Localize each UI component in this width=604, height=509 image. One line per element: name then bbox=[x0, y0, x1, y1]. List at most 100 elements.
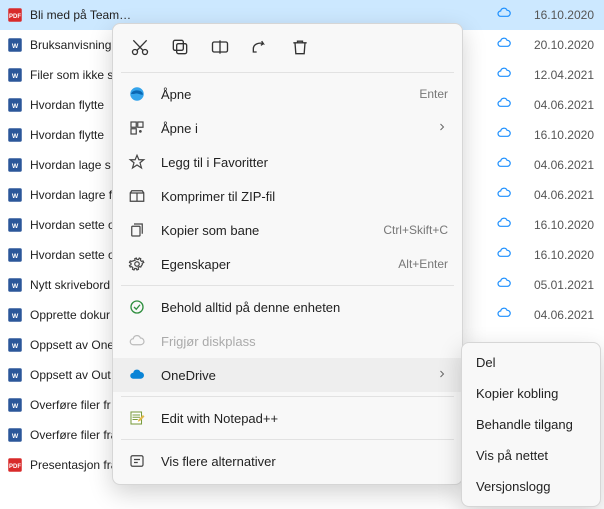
cloud-status-icon bbox=[486, 5, 522, 24]
cloud-status-icon bbox=[486, 305, 522, 324]
svg-text:W: W bbox=[12, 103, 19, 110]
file-name: Bli med på Team… bbox=[30, 8, 486, 22]
menu-keep-device[interactable]: Behold alltid på denne enheten bbox=[113, 290, 462, 324]
file-date: 20.10.2020 bbox=[522, 38, 598, 52]
svg-text:W: W bbox=[12, 73, 19, 80]
cut-icon[interactable] bbox=[129, 36, 151, 58]
delete-icon[interactable] bbox=[289, 36, 311, 58]
submenu-version-history[interactable]: Versjonslogg bbox=[462, 471, 600, 502]
onedrive-submenu: Del Kopier kobling Behandle tilgang Vis … bbox=[461, 342, 601, 507]
cloud-status-icon bbox=[486, 125, 522, 144]
word-file-icon: W bbox=[6, 156, 24, 174]
pdf-file-icon: PDF bbox=[6, 6, 24, 24]
menu-properties-accel: Alt+Enter bbox=[398, 257, 448, 271]
svg-text:W: W bbox=[12, 133, 19, 140]
cloud-free-icon bbox=[127, 331, 147, 351]
word-file-icon: W bbox=[6, 336, 24, 354]
chevron-right-icon bbox=[436, 121, 448, 136]
chevron-right-icon bbox=[436, 368, 448, 383]
svg-text:W: W bbox=[12, 313, 19, 320]
file-date: 04.06.2021 bbox=[522, 308, 598, 322]
svg-text:W: W bbox=[12, 223, 19, 230]
svg-text:W: W bbox=[12, 373, 19, 380]
notepadpp-icon bbox=[127, 408, 147, 428]
menu-onedrive[interactable]: OneDrive bbox=[113, 358, 462, 392]
pdf-file-icon: PDF bbox=[6, 456, 24, 474]
svg-text:PDF: PDF bbox=[9, 14, 21, 20]
menu-edit-npp-label: Edit with Notepad++ bbox=[161, 411, 448, 426]
cloud-status-icon bbox=[486, 215, 522, 234]
cloud-status-icon bbox=[486, 95, 522, 114]
menu-free-space: Frigjør diskplass bbox=[113, 324, 462, 358]
cloud-status-icon bbox=[486, 65, 522, 84]
file-date: 16.10.2020 bbox=[522, 248, 598, 262]
properties-icon bbox=[127, 254, 147, 274]
word-file-icon: W bbox=[6, 36, 24, 54]
svg-text:W: W bbox=[12, 343, 19, 350]
share-icon[interactable] bbox=[249, 36, 271, 58]
word-file-icon: W bbox=[6, 66, 24, 84]
word-file-icon: W bbox=[6, 276, 24, 294]
menu-open[interactable]: Åpne Enter bbox=[113, 77, 462, 111]
file-date: 04.06.2021 bbox=[522, 158, 598, 172]
menu-free-space-label: Frigjør diskplass bbox=[161, 334, 448, 349]
svg-text:W: W bbox=[12, 193, 19, 200]
submenu-view-online[interactable]: Vis på nettet bbox=[462, 440, 600, 471]
rename-icon[interactable] bbox=[209, 36, 231, 58]
menu-onedrive-label: OneDrive bbox=[161, 368, 422, 383]
menu-favorites[interactable]: Legg til i Favoritter bbox=[113, 145, 462, 179]
word-file-icon: W bbox=[6, 216, 24, 234]
svg-text:W: W bbox=[12, 43, 19, 50]
submenu-share[interactable]: Del bbox=[462, 347, 600, 378]
menu-copy-path-accel: Ctrl+Skift+C bbox=[383, 223, 448, 237]
star-icon bbox=[127, 152, 147, 172]
submenu-manage-access[interactable]: Behandle tilgang bbox=[462, 409, 600, 440]
menu-properties[interactable]: Egenskaper Alt+Enter bbox=[113, 247, 462, 281]
menu-copy-path[interactable]: Kopier som bane Ctrl+Skift+C bbox=[113, 213, 462, 247]
menu-open-in-label: Åpne i bbox=[161, 121, 422, 136]
zip-icon bbox=[127, 186, 147, 206]
menu-more-options[interactable]: Vis flere alternativer bbox=[113, 444, 462, 478]
svg-text:W: W bbox=[12, 163, 19, 170]
cloud-status-icon bbox=[486, 245, 522, 264]
cloud-status-icon bbox=[486, 275, 522, 294]
word-file-icon: W bbox=[6, 96, 24, 114]
word-file-icon: W bbox=[6, 306, 24, 324]
word-file-icon: W bbox=[6, 366, 24, 384]
menu-open-in[interactable]: Åpne i bbox=[113, 111, 462, 145]
menu-zip-label: Komprimer til ZIP-fil bbox=[161, 189, 448, 204]
menu-copy-path-label: Kopier som bane bbox=[161, 223, 369, 238]
menu-open-accel: Enter bbox=[419, 87, 448, 101]
file-date: 16.10.2020 bbox=[522, 8, 598, 22]
keep-device-icon bbox=[127, 297, 147, 317]
file-date: 04.06.2021 bbox=[522, 98, 598, 112]
file-date: 12.04.2021 bbox=[522, 68, 598, 82]
menu-more-label: Vis flere alternativer bbox=[161, 454, 448, 469]
word-file-icon: W bbox=[6, 186, 24, 204]
copy-icon[interactable] bbox=[169, 36, 191, 58]
file-date: 04.06.2021 bbox=[522, 188, 598, 202]
svg-text:W: W bbox=[12, 403, 19, 410]
open-with-icon bbox=[127, 118, 147, 138]
svg-text:W: W bbox=[12, 253, 19, 260]
svg-text:W: W bbox=[12, 283, 19, 290]
file-date: 16.10.2020 bbox=[522, 128, 598, 142]
submenu-copy-link[interactable]: Kopier kobling bbox=[462, 378, 600, 409]
context-top-icons bbox=[113, 30, 462, 68]
menu-edit-notepadpp[interactable]: Edit with Notepad++ bbox=[113, 401, 462, 435]
copy-path-icon bbox=[127, 220, 147, 240]
cloud-status-icon bbox=[486, 35, 522, 54]
more-options-icon bbox=[127, 451, 147, 471]
file-date: 05.01.2021 bbox=[522, 278, 598, 292]
menu-keep-device-label: Behold alltid på denne enheten bbox=[161, 300, 448, 315]
menu-favorites-label: Legg til i Favoritter bbox=[161, 155, 448, 170]
context-menu: Åpne Enter Åpne i Legg til i Favoritter … bbox=[112, 23, 463, 485]
menu-zip[interactable]: Komprimer til ZIP-fil bbox=[113, 179, 462, 213]
word-file-icon: W bbox=[6, 426, 24, 444]
svg-text:PDF: PDF bbox=[9, 464, 21, 470]
onedrive-icon bbox=[127, 365, 147, 385]
menu-open-label: Åpne bbox=[161, 87, 405, 102]
word-file-icon: W bbox=[6, 396, 24, 414]
edge-icon bbox=[127, 84, 147, 104]
menu-properties-label: Egenskaper bbox=[161, 257, 384, 272]
